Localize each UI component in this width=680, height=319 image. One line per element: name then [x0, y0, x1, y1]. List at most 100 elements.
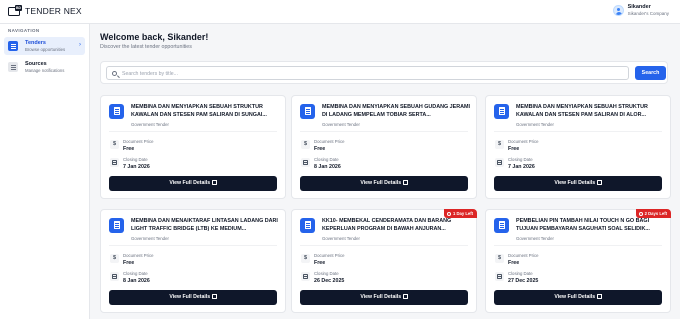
closing-value: 8 Jan 2026: [314, 164, 341, 170]
document-icon: [109, 104, 124, 119]
clock-icon: [639, 211, 644, 216]
sidebar-item-sublabel: Browse opportunities: [25, 47, 66, 52]
deadline-badge: 2 Days Left: [636, 209, 671, 218]
dollar-icon: $: [301, 254, 310, 263]
closing-label: Closing Date: [123, 271, 148, 276]
view-details-label: View Full Details: [554, 180, 596, 186]
deadline-text: 2 Days Left: [644, 211, 667, 216]
closing-label: Closing Date: [508, 271, 533, 276]
tender-card[interactable]: MEMBINA DAN MENYIAPKAN SEBUAH GUDANG JER…: [291, 95, 477, 199]
document-icon: [300, 104, 315, 119]
deadline-badge: 1 Day Left: [444, 209, 477, 218]
tender-card[interactable]: MEMBINA DAN MENAIKTARAF LINTASAN LADANG …: [100, 209, 286, 313]
sidebar: NAVIGATION Tenders Browse opportunities …: [0, 24, 90, 319]
tender-title: MEMBINA DAN MENAIKTARAF LINTASAN LADANG …: [131, 218, 278, 232]
view-details-button[interactable]: View Full Details: [300, 176, 468, 191]
view-details-button[interactable]: View Full Details: [494, 176, 662, 191]
view-details-button[interactable]: View Full Details: [300, 290, 468, 305]
dollar-icon: $: [495, 254, 504, 263]
card-divider: [494, 245, 662, 246]
price-value: Free: [314, 146, 326, 152]
view-details-button[interactable]: View Full Details: [494, 290, 662, 305]
price-label: Document Price: [508, 253, 539, 258]
closing-value: 27 Dec 2025: [508, 278, 539, 284]
sidebar-item-sources[interactable]: Sources Manage notifications: [4, 58, 85, 76]
external-link-icon: [597, 293, 602, 299]
view-details-label: View Full Details: [169, 294, 211, 300]
price-label: Document Price: [508, 139, 539, 144]
search-input[interactable]: Search tenders by title...: [106, 66, 629, 80]
tender-category: Government Tender: [516, 122, 554, 127]
page-subtitle: Discover the latest tender opportunities: [100, 44, 192, 50]
sidebar-item-label: Tenders: [25, 39, 46, 46]
calendar-icon: [301, 272, 310, 281]
closing-label: Closing Date: [123, 157, 148, 162]
user-menu[interactable]: Sikander Sikander's Company: [612, 4, 669, 17]
search-icon: [112, 70, 117, 76]
external-link-icon: [403, 293, 408, 299]
logo-icon: BD: [8, 5, 22, 17]
view-details-label: View Full Details: [169, 180, 211, 186]
external-link-icon: [403, 179, 408, 185]
closing-label: Closing Date: [508, 157, 533, 162]
tender-category: Government Tender: [131, 236, 169, 241]
app-name: TENDER NEX: [25, 6, 82, 16]
view-details-label: View Full Details: [360, 180, 402, 186]
clock-icon: [447, 211, 452, 216]
tender-category: Government Tender: [516, 236, 554, 241]
deadline-text: 1 Day Left: [452, 211, 473, 216]
tender-card[interactable]: PEMBELIAN PIN TAMBAH NILAI TOUCH N GO BA…: [485, 209, 671, 313]
closing-value: 7 Jan 2026: [508, 164, 535, 170]
price-label: Document Price: [123, 139, 154, 144]
tender-card[interactable]: MEMBINA DAN MENYIAPKAN SEBUAH STRUKTUR K…: [485, 95, 671, 199]
external-link-icon: [212, 293, 217, 299]
dollar-icon: $: [110, 140, 119, 149]
card-divider: [109, 245, 277, 246]
card-divider: [494, 131, 662, 132]
tender-card[interactable]: MEMBINA DAN MENYIAPKAN SEBUAH STRUKTUR K…: [100, 95, 286, 199]
sidebar-item-label: Sources: [25, 60, 47, 67]
tender-title: MEMBINA DAN MENYIAPKAN SEBUAH STRUKTUR K…: [516, 104, 648, 118]
tender-category: Government Tender: [322, 236, 360, 241]
tender-category: Government Tender: [322, 122, 360, 127]
dollar-icon: $: [301, 140, 310, 149]
tender-title: MEMBINA DAN MENYIAPKAN SEBUAH STRUKTUR K…: [131, 104, 267, 118]
price-value: Free: [508, 260, 520, 266]
card-divider: [109, 131, 277, 132]
document-icon: [109, 218, 124, 233]
closing-label: Closing Date: [314, 157, 339, 162]
price-value: Free: [314, 260, 326, 266]
price-label: Document Price: [123, 253, 154, 258]
page-title: Welcome back, Sikander!: [100, 32, 209, 42]
search-panel: Search tenders by title... Search: [100, 61, 668, 84]
tender-title: KK10- MEMBEKAL CENDERAMATA DAN BARANG KE…: [322, 218, 452, 232]
closing-value: 8 Jan 2026: [123, 278, 150, 284]
card-divider: [300, 245, 468, 246]
closing-value: 26 Dec 2025: [314, 278, 345, 284]
card-divider: [300, 131, 468, 132]
price-value: Free: [123, 260, 135, 266]
document-icon: [494, 104, 509, 119]
closing-value: 7 Jan 2026: [123, 164, 150, 170]
nav-heading: NAVIGATION: [8, 28, 40, 33]
tender-title: PEMBELIAN PIN TAMBAH NILAI TOUCH N GO BA…: [516, 218, 650, 232]
chevron-right-icon: ›: [79, 42, 81, 48]
search-button[interactable]: Search: [635, 66, 666, 80]
view-details-label: View Full Details: [360, 294, 402, 300]
view-details-button[interactable]: View Full Details: [109, 176, 277, 191]
document-icon: [494, 218, 509, 233]
app-logo[interactable]: BD TENDER NEX: [8, 5, 82, 17]
sources-icon: [8, 62, 18, 72]
price-label: Document Price: [314, 139, 345, 144]
sidebar-item-sublabel: Manage notifications: [25, 68, 65, 73]
calendar-icon: [495, 158, 504, 167]
tender-card[interactable]: KK10- MEMBEKAL CENDERAMATA DAN BARANG KE…: [291, 209, 477, 313]
document-icon: [300, 218, 315, 233]
user-avatar-icon: [612, 5, 624, 16]
sidebar-item-tenders[interactable]: Tenders Browse opportunities ›: [4, 37, 85, 55]
tender-category: Government Tender: [131, 122, 169, 127]
dollar-icon: $: [495, 140, 504, 149]
user-company: Sikander's Company: [627, 11, 669, 16]
view-details-button[interactable]: View Full Details: [109, 290, 277, 305]
calendar-icon: [110, 272, 119, 281]
